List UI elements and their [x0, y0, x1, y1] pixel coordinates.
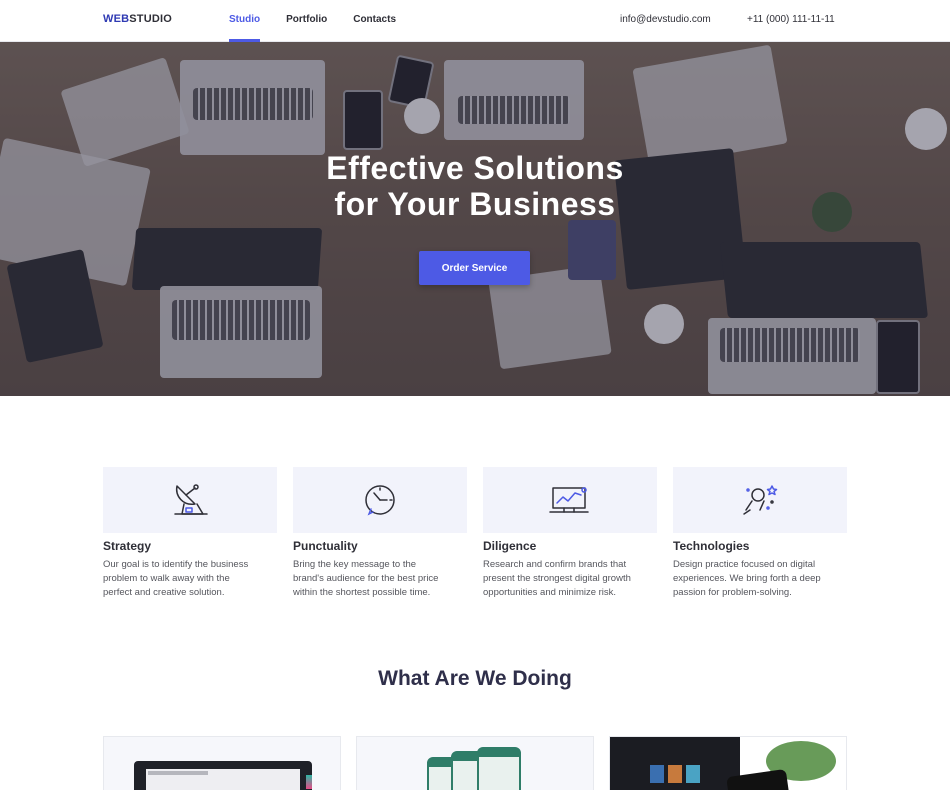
hero-banner: Effective Solutions for Your Business Or…	[0, 42, 950, 396]
feature-description: Design practice focused on digital experi…	[673, 559, 821, 598]
analytics-monitor-icon	[549, 487, 589, 513]
phone-image	[477, 747, 521, 790]
feature-title: Diligence	[483, 539, 537, 553]
feature-icon-box	[673, 467, 847, 533]
nav-link-portfolio[interactable]: Portfolio	[286, 0, 327, 42]
feature-icon-box	[293, 467, 467, 533]
services-cards	[103, 736, 847, 790]
feature-title: Punctuality	[293, 539, 358, 553]
monitor-image	[134, 761, 312, 790]
header-email[interactable]: info@devstudio.com	[620, 14, 711, 25]
feature-technologies: Technologies Design practice focused on …	[673, 467, 847, 600]
feature-diligence: Diligence Research and confirm brands th…	[483, 467, 657, 600]
section-title: What Are We Doing	[378, 667, 572, 690]
feature-icon-box	[103, 467, 277, 533]
logo-text: STUDIO	[129, 13, 173, 25]
features-row: Strategy Our goal is to identify the bus…	[103, 467, 847, 600]
logo[interactable]: WEBSTUDIO	[103, 13, 172, 25]
site-header: WEBSTUDIO Studio Portfolio Contacts info…	[0, 0, 950, 42]
feature-title: Strategy	[103, 539, 152, 553]
clock-icon	[365, 485, 395, 516]
astronaut-rocket-icon	[743, 485, 778, 515]
feature-description: Research and confirm brands that present …	[483, 559, 631, 598]
hero-title: Effective Solutions for Your Business	[0, 150, 950, 222]
logo-accent: WEB	[103, 13, 130, 25]
feature-strategy: Strategy Our goal is to identify the bus…	[103, 467, 277, 600]
header-phone[interactable]: +11 (000) 111-11-11	[747, 14, 835, 25]
order-service-button[interactable]: Order Service	[419, 251, 530, 285]
hero-title-line-2: for Your Business	[334, 186, 616, 222]
feature-description: Bring the key message to the brand's audi…	[293, 559, 439, 598]
nav-link-contacts[interactable]: Contacts	[353, 0, 396, 42]
feature-icon-box	[483, 467, 657, 533]
feature-description: Our goal is to identify the business prob…	[103, 559, 249, 598]
service-card-mobile[interactable]	[356, 736, 594, 790]
feature-title: Technologies	[673, 539, 750, 553]
hero-title-line-1: Effective Solutions	[326, 150, 624, 186]
service-card-web[interactable]	[103, 736, 341, 790]
satellite-dish-icon	[174, 484, 208, 515]
service-card-design[interactable]	[609, 736, 847, 790]
feature-punctuality: Punctuality Bring the key message to the…	[293, 467, 467, 600]
nav-link-studio[interactable]: Studio	[229, 0, 261, 42]
main-nav: Studio Portfolio Contacts	[229, 0, 422, 42]
